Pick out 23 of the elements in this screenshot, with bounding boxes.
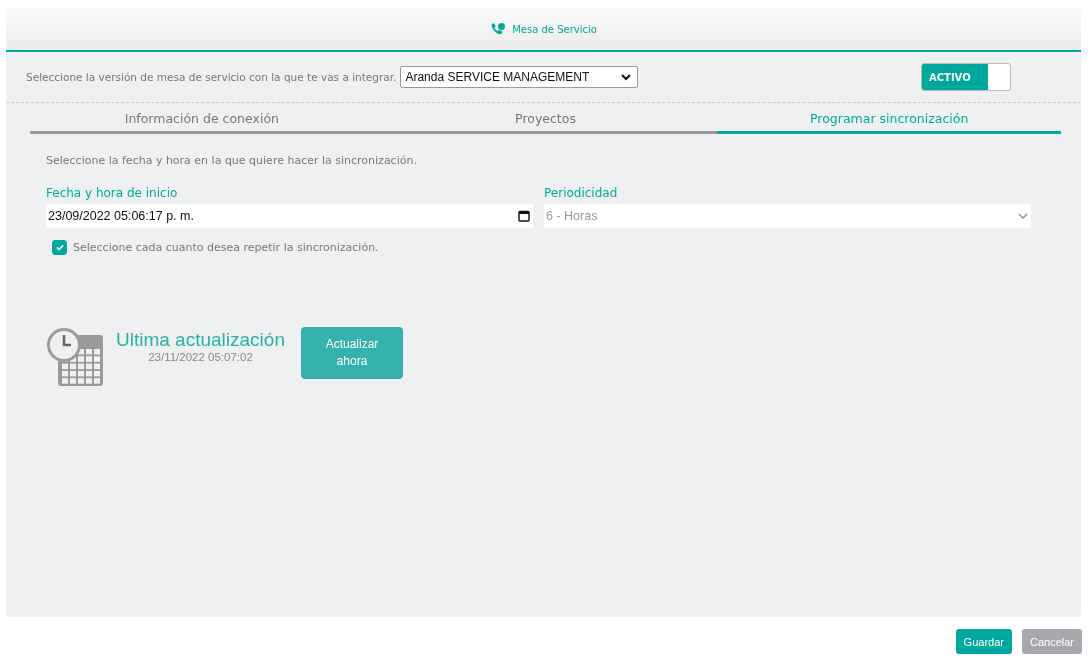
- repeat-checkbox[interactable]: [52, 240, 67, 255]
- version-select[interactable]: Aranda SERVICE MANAGEMENT: [400, 66, 639, 88]
- calendar-icon: [518, 210, 530, 222]
- periodicity-label: Periodicidad: [544, 186, 619, 200]
- footer-button[interactable]: Guardar: [955, 629, 1012, 654]
- version-label: Seleccione la versión de mesa de servicio con la que te vas a integrar.: [26, 71, 397, 83]
- clock-calendar-icon: [46, 327, 104, 387]
- header-title: Mesa de Servicio: [512, 23, 597, 35]
- datetime-field[interactable]: 23/09/2022 05:06:17 p. m.: [46, 204, 533, 228]
- chevron-down-icon: [621, 73, 632, 81]
- tab[interactable]: Información de conexión: [30, 111, 374, 134]
- intro-text: Seleccione la fecha y hora en la que quiere hacer la sincronización.: [46, 154, 418, 167]
- chevron-down-icon: [1018, 212, 1028, 220]
- status-toggle[interactable]: ACTIVO: [921, 63, 1011, 91]
- tab[interactable]: Proyectos: [373, 111, 718, 134]
- tab[interactable]: Programar sincronización: [717, 111, 1061, 134]
- repeat-label: Seleccione cada cuanto desea repetir la sincronización.: [73, 241, 379, 254]
- start-label: Fecha y hora de inicio: [46, 186, 179, 200]
- phone-icon: [490, 22, 507, 36]
- update-now-button[interactable]: Actualizar ahora: [300, 327, 403, 379]
- checkmark-icon: [55, 244, 64, 251]
- last-update-time: 23/11/2022 05:07:02: [148, 351, 253, 363]
- last-update-title: Ultima actualización: [116, 329, 285, 351]
